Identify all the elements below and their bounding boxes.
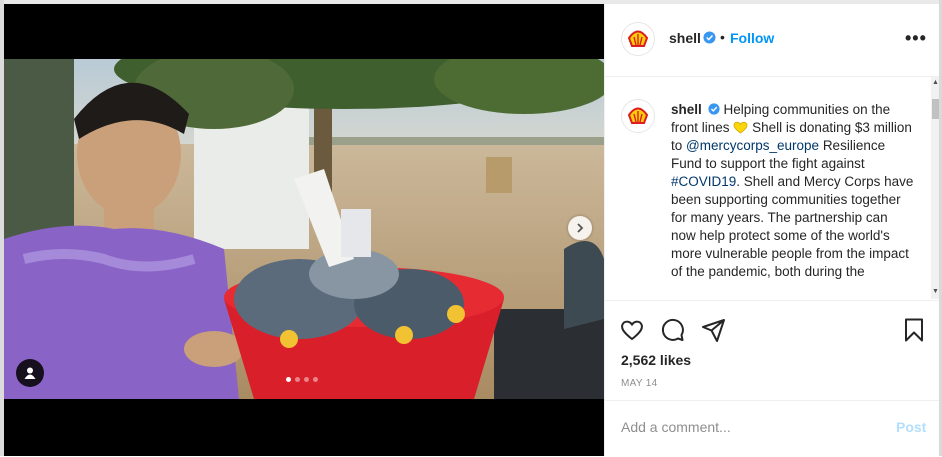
scroll-down-arrow-icon[interactable]: ▼	[932, 288, 939, 295]
chevron-right-icon	[577, 223, 584, 233]
tagged-users-button[interactable]	[16, 359, 44, 387]
add-comment-bar: Post	[605, 400, 940, 457]
follow-button[interactable]: Follow	[730, 30, 774, 46]
more-options-button[interactable]: •••	[905, 28, 927, 49]
caption-username[interactable]: shell	[671, 102, 702, 117]
post-actions: 2,562 likes MAY 14	[605, 300, 940, 401]
mention-link[interactable]: @mercycorps_europe	[686, 138, 819, 153]
post-date[interactable]: MAY 14	[621, 378, 657, 389]
comment-bubble-icon[interactable]	[660, 317, 686, 343]
verified-badge-icon	[703, 31, 716, 44]
likes-count[interactable]: 2,562 likes	[621, 352, 691, 368]
caption-text-4: . Shell and Mercy Corps have been suppor…	[671, 174, 914, 279]
carousel-dot-active	[286, 377, 291, 382]
post-side-panel: shell • Follow ••• shell Helping communi…	[604, 4, 940, 456]
carousel-dot	[313, 377, 318, 382]
hashtag-link[interactable]: #COVID19	[671, 174, 736, 189]
scroll-up-arrow-icon[interactable]: ▲	[932, 79, 939, 86]
post-caption: shell Helping communities on the front l…	[671, 101, 916, 281]
carousel-dot	[295, 377, 300, 382]
author-avatar[interactable]	[621, 22, 655, 56]
carousel-indicator	[286, 377, 318, 382]
yellow-heart-emoji-icon	[733, 121, 748, 134]
post-media[interactable]	[4, 4, 604, 456]
header-separator: •	[720, 29, 725, 45]
post-photo	[4, 59, 604, 399]
bookmark-icon[interactable]	[901, 317, 927, 343]
post-header: shell • Follow •••	[605, 4, 940, 77]
carousel-dot	[304, 377, 309, 382]
user-tag-icon	[24, 367, 36, 379]
shell-logo-icon	[627, 30, 649, 47]
shell-logo-icon	[627, 107, 649, 124]
heart-outline-icon[interactable]	[619, 317, 645, 343]
caption-area: shell Helping communities on the front l…	[605, 77, 940, 299]
next-slide-button[interactable]	[568, 216, 592, 240]
caption-author-avatar[interactable]	[621, 99, 655, 133]
post-comment-button[interactable]: Post	[896, 419, 926, 435]
paper-plane-icon[interactable]	[701, 317, 727, 343]
author-username[interactable]: shell	[669, 30, 701, 46]
scrollbar-thumb[interactable]	[932, 99, 939, 119]
verified-badge-icon	[707, 103, 720, 115]
comment-input[interactable]	[621, 419, 871, 435]
